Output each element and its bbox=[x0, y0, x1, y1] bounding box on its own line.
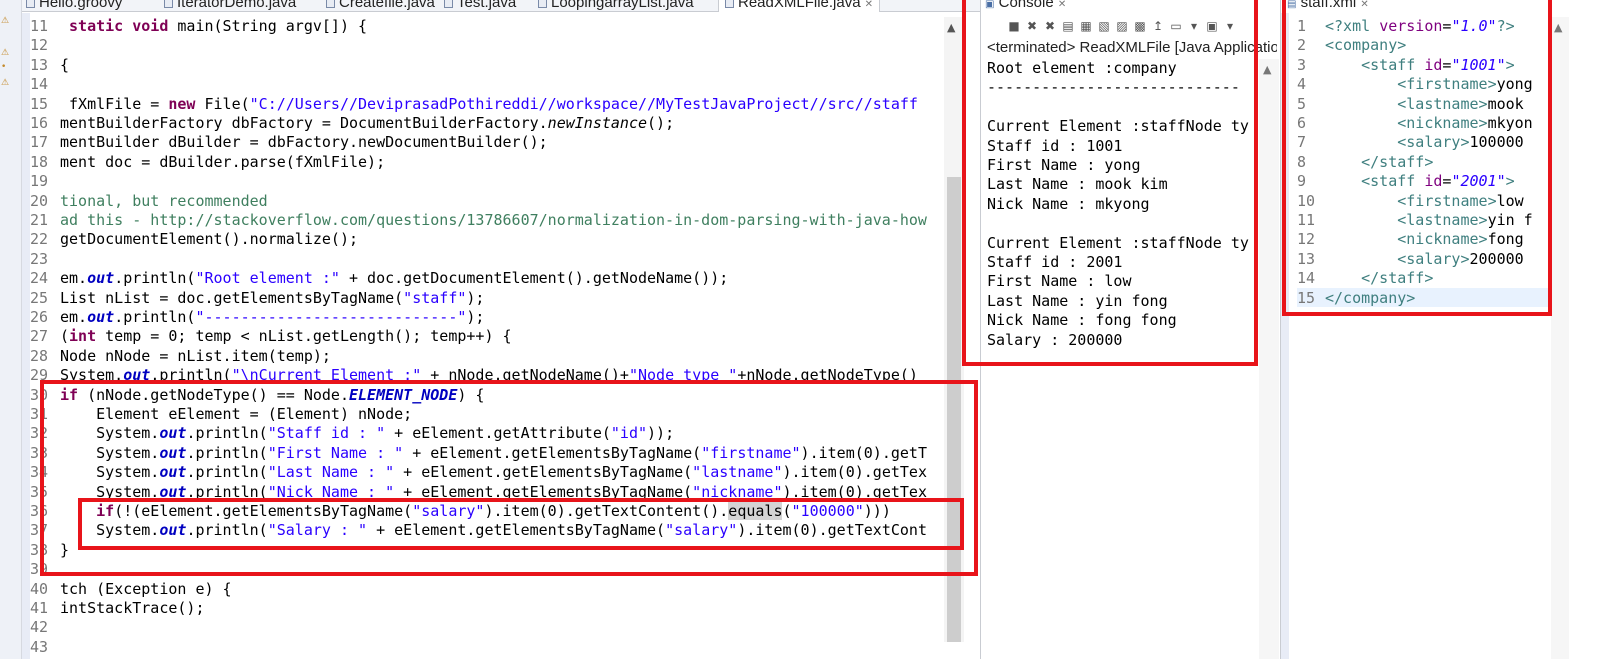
code-line[interactable]: 18 ment doc = dBuilder.parse(fXmlFile); bbox=[30, 152, 385, 172]
code-line[interactable]: 25 List nList = doc.getElementsByTagName(… bbox=[30, 288, 484, 308]
code-line[interactable]: 27 (int temp = 0; temp < nList.getLength(… bbox=[30, 327, 512, 346]
line-number: 26 bbox=[30, 308, 49, 326]
code-text: (int temp = 0; temp < nList.getLength();… bbox=[60, 327, 512, 346]
code-line[interactable]: 21 ad this - http://stackoverflow.com/que… bbox=[30, 211, 927, 230]
code-text: tch (Exception e) { bbox=[60, 579, 232, 598]
code-line[interactable]: 13 { bbox=[30, 55, 69, 75]
code-line[interactable]: 41 intStackTrace(); bbox=[30, 599, 205, 618]
code-line[interactable]: 20 tional, but recommended bbox=[30, 191, 268, 211]
line-number: 18 bbox=[30, 152, 49, 171]
code-line[interactable]: 12 bbox=[30, 36, 60, 55]
line-number: 42 bbox=[30, 618, 49, 637]
code-line[interactable]: 28 Node nNode = nList.item(temp); bbox=[30, 346, 331, 366]
code-text: tional, but recommended bbox=[60, 191, 268, 210]
editor-ruler bbox=[22, 13, 30, 659]
line-number: 12 bbox=[30, 36, 49, 55]
code-line[interactable]: 22 getDocumentElement().normalize(); bbox=[30, 230, 358, 249]
line-number: 25 bbox=[30, 288, 49, 307]
line-number: 22 bbox=[30, 230, 49, 249]
line-number: 14 bbox=[30, 75, 49, 94]
code-text: ad this - http://stackoverflow.com/quest… bbox=[60, 211, 927, 229]
code-text: intStackTrace(); bbox=[60, 599, 205, 617]
tab-label: IteratorDemo.java bbox=[177, 0, 297, 11]
code-text: mentBuilderFactory dbFactory = DocumentB… bbox=[60, 114, 675, 132]
code-line[interactable]: 11 static void main(String argv[]) { bbox=[30, 17, 367, 36]
line-number: 15 bbox=[30, 94, 49, 113]
code-text: em.out.println("Root element :" + doc.ge… bbox=[60, 269, 729, 288]
close-icon[interactable]: ✕ bbox=[865, 0, 873, 10]
java-file-icon bbox=[725, 0, 734, 8]
code-line[interactable]: 16 mentBuilderFactory dbFactory = Documen… bbox=[30, 114, 674, 133]
scroll-up-icon[interactable]: ▲ bbox=[1263, 63, 1271, 76]
line-number: 21 bbox=[30, 211, 49, 229]
line-number: 23 bbox=[30, 249, 49, 268]
xml-vertical-scrollbar[interactable]: ▲ bbox=[1551, 17, 1569, 659]
tab-iteratordemo-java[interactable]: IteratorDemo.java bbox=[164, 0, 296, 12]
code-text: static void main(String argv[]) { bbox=[69, 17, 368, 35]
line-number: 19 bbox=[30, 172, 49, 191]
line-number: 16 bbox=[30, 114, 49, 132]
line-number: 27 bbox=[30, 327, 49, 346]
code-text: List nList = doc.getElementsByTagName("s… bbox=[60, 288, 485, 307]
console-vertical-scrollbar[interactable]: ▲ bbox=[1259, 59, 1279, 659]
java-file-icon bbox=[26, 0, 35, 8]
code-line[interactable]: 43 bbox=[30, 638, 60, 657]
java-file-icon bbox=[326, 0, 335, 8]
code-line[interactable]: 19 bbox=[30, 172, 60, 191]
line-number: 17 bbox=[30, 133, 49, 152]
annotation-box-salary-check bbox=[78, 498, 964, 550]
line-number: 13 bbox=[30, 55, 49, 74]
code-line[interactable]: 42 bbox=[30, 618, 60, 637]
annotation-box-xml bbox=[1282, 0, 1552, 316]
code-line[interactable]: 15 fXmlFile = new File("C://Users//Devip… bbox=[30, 94, 918, 114]
left-trim-strip: ⚠ ⚠ • ⚠ bbox=[0, 0, 22, 659]
scroll-up-icon[interactable]: ▲ bbox=[947, 21, 955, 34]
warning-marker-icon[interactable]: ⚠ bbox=[1, 78, 11, 89]
line-number: 20 bbox=[30, 191, 49, 210]
code-text: { bbox=[60, 55, 70, 74]
code-line[interactable]: 40 tch (Exception e) { bbox=[30, 579, 232, 599]
code-text: getDocumentElement().normalize(); bbox=[60, 230, 359, 249]
tab-label: ReadXMLFile.java bbox=[738, 0, 861, 11]
scroll-up-icon[interactable]: ▲ bbox=[1554, 21, 1562, 34]
code-text: em.out.println("------------------------… bbox=[60, 308, 485, 326]
line-number: 11 bbox=[30, 17, 49, 35]
tab-label: LoopingarrayList.java bbox=[551, 0, 694, 11]
code-line[interactable]: 26 em.out.println("----------------------… bbox=[30, 308, 484, 327]
warning-marker-icon[interactable]: ⚠ bbox=[1, 16, 11, 27]
code-text: mentBuilder dBuilder = dbFactory.newDocu… bbox=[60, 133, 548, 152]
info-marker-icon[interactable]: • bbox=[1, 62, 11, 73]
line-number: 40 bbox=[30, 579, 49, 598]
annotation-box-console bbox=[962, 0, 1258, 366]
tab-loopingarraylist-java[interactable]: LoopingarrayList.java bbox=[538, 0, 694, 12]
code-line[interactable]: 14 bbox=[30, 75, 60, 94]
tab-hello-groovy[interactable]: Hello.groovy bbox=[26, 0, 122, 12]
line-number: 41 bbox=[30, 599, 49, 617]
code-line[interactable]: 24 em.out.println("Root element :" + doc.… bbox=[30, 269, 728, 288]
line-number: 43 bbox=[30, 637, 49, 656]
tab-createfile-java[interactable]: Createfile.java bbox=[326, 0, 435, 12]
code-text: ment doc = dBuilder.parse(fXmlFile); bbox=[60, 152, 386, 171]
java-file-icon bbox=[164, 0, 173, 8]
code-line[interactable]: 23 bbox=[30, 250, 60, 269]
code-text: fXmlFile = new File("C://Users//Devipras… bbox=[60, 94, 918, 113]
java-file-icon bbox=[444, 0, 453, 8]
lock-marker-icon[interactable]: ⚠ bbox=[1, 48, 11, 59]
tab-label: Hello.groovy bbox=[39, 0, 123, 11]
tab-readxmlfile-java[interactable]: ReadXMLFile.java ✕ bbox=[718, 0, 880, 12]
code-text: Node nNode = nList.item(temp); bbox=[60, 346, 331, 365]
line-number: 28 bbox=[30, 346, 49, 365]
java-file-icon bbox=[538, 0, 547, 8]
line-number: 24 bbox=[30, 269, 49, 288]
tab-label: Test.java bbox=[457, 0, 517, 11]
code-line[interactable]: 17 mentBuilder dBuilder = dbFactory.newDo… bbox=[30, 133, 548, 152]
tab-label: Createfile.java bbox=[339, 0, 435, 11]
editor-tab-bar: Hello.groovy IteratorDemo.java Createfile.… bbox=[22, 0, 980, 12]
tab-test-java[interactable]: Test.java bbox=[444, 0, 516, 12]
